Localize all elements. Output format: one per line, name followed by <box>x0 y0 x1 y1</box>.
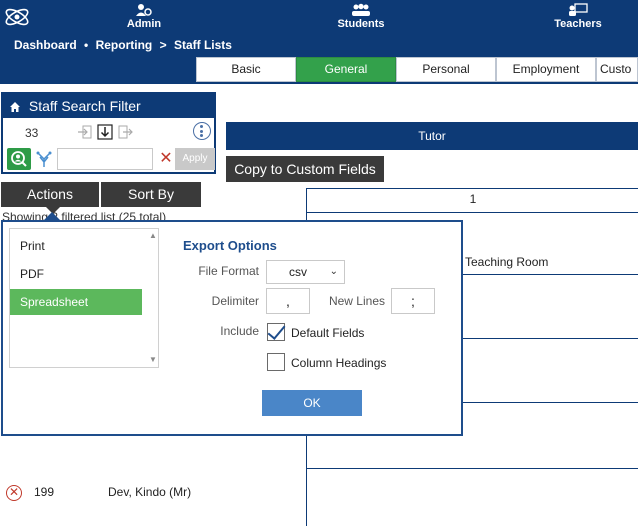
apply-filter-button[interactable]: Apply <box>175 148 215 170</box>
actions-button[interactable]: Actions <box>1 182 99 207</box>
remove-row-icon[interactable]: ✕ <box>6 485 22 501</box>
breadcrumb-separator: • <box>84 38 89 52</box>
list-item-spreadsheet[interactable]: Spreadsheet <box>10 289 142 315</box>
sort-by-button[interactable]: Sort By <box>101 182 201 207</box>
nav-students-label: Students <box>337 18 385 30</box>
delimiter-label: Delimiter <box>211 294 259 308</box>
chevron-down-icon: ⌄ <box>329 266 338 277</box>
scroll-down-icon[interactable]: ▼ <box>148 355 158 365</box>
filter-title: Staff Search Filter <box>28 98 141 114</box>
teaching-room-label: Teaching Room <box>465 255 549 269</box>
nav-students[interactable]: Students <box>326 0 396 34</box>
list-item-print[interactable]: Print <box>10 233 142 259</box>
column-headings-label: Column Headings <box>291 356 387 370</box>
grid-line <box>307 188 638 189</box>
default-fields-checkbox[interactable] <box>267 323 285 341</box>
tab-employment[interactable]: Employment <box>496 57 596 82</box>
include-label: Include <box>220 324 259 338</box>
tab-custom[interactable]: Custo <box>596 57 638 82</box>
new-lines-input[interactable]: ; <box>391 288 435 314</box>
teachers-board-icon <box>544 0 612 17</box>
breadcrumb-staff-lists: Staff Lists <box>173 38 232 52</box>
home-icon[interactable] <box>9 96 21 120</box>
grid-column-number: 1 <box>469 192 477 206</box>
clear-filter-icon[interactable]: ✕ <box>159 150 173 168</box>
nav-teachers[interactable]: Teachers <box>544 0 612 34</box>
grid-line <box>307 212 638 213</box>
breadcrumb-dashboard[interactable]: Dashboard <box>14 38 77 52</box>
admin-gear-user-icon <box>112 0 176 17</box>
file-format-select[interactable]: csv ⌄ <box>266 260 345 284</box>
new-lines-label: New Lines <box>328 294 385 308</box>
list-item-pdf[interactable]: PDF <box>10 261 142 287</box>
column-headings-checkbox[interactable] <box>267 353 285 371</box>
breadcrumb-reporting[interactable]: Reporting <box>96 38 153 52</box>
filter-header: Staff Search Filter <box>3 94 214 118</box>
import-icon[interactable] <box>77 124 93 140</box>
tab-personal[interactable]: Personal <box>396 57 496 82</box>
search-button[interactable] <box>7 148 31 170</box>
breadcrumb: Dashboard • Reporting > Staff Lists <box>14 38 236 52</box>
row-name: Dev, Kindo (Mr) <box>108 485 192 499</box>
tab-general[interactable]: General <box>296 57 396 82</box>
scroll-up-icon[interactable]: ▲ <box>148 231 158 241</box>
file-format-value: csv <box>289 265 307 279</box>
table-row[interactable]: ✕ 199 Dev, Kindo (Mr) <box>6 484 226 502</box>
export-options-dialog: Print PDF Spreadsheet ▲ ▼ Export Options… <box>1 220 463 436</box>
top-nav-bar: Admin Students Teachers <box>0 0 638 34</box>
file-format-label: File Format <box>198 264 259 278</box>
tab-basic[interactable]: Basic <box>196 57 296 82</box>
staff-search-filter: Staff Search Filter 33 ✕ Apply <box>1 92 216 174</box>
filter-count: 33 <box>25 126 39 140</box>
nav-admin-label: Admin <box>126 18 162 30</box>
row-id: 199 <box>34 485 55 499</box>
export-type-list[interactable]: Print PDF Spreadsheet ▲ ▼ <box>9 228 159 368</box>
copy-to-custom-fields-button[interactable]: Copy to Custom Fields <box>226 156 384 182</box>
tutor-column-header[interactable]: Tutor <box>226 122 638 150</box>
export-icon[interactable] <box>117 124 133 140</box>
filter-funnel-icon[interactable] <box>35 150 53 168</box>
more-options-icon[interactable] <box>193 122 211 140</box>
default-fields-label: Default Fields <box>291 326 365 340</box>
ok-button[interactable]: OK <box>262 390 362 416</box>
filter-search-input[interactable] <box>57 148 153 170</box>
students-group-icon <box>326 0 396 17</box>
nav-teachers-label: Teachers <box>554 18 602 30</box>
nav-admin[interactable]: Admin <box>112 0 176 34</box>
school-logo-icon[interactable] <box>2 2 32 32</box>
breadcrumb-separator: > <box>159 38 167 52</box>
grid-line <box>307 468 638 469</box>
search-person-icon <box>11 151 27 167</box>
export-options-title: Export Options <box>183 238 277 253</box>
dialog-pointer <box>44 212 60 220</box>
download-icon[interactable] <box>97 124 113 140</box>
delimiter-input[interactable]: , <box>266 288 310 314</box>
